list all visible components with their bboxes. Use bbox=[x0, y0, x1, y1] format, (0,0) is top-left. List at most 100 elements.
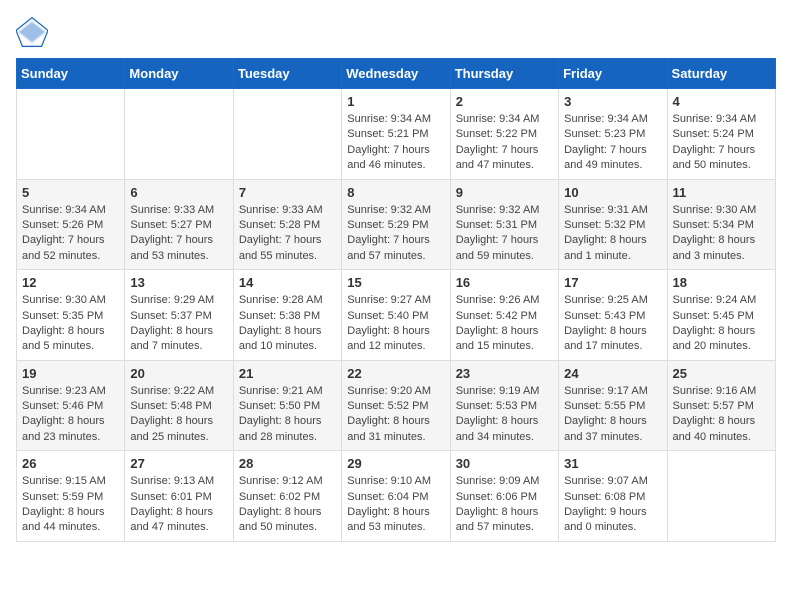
day-number: 5 bbox=[22, 185, 119, 200]
calendar-cell: 27 Sunrise: 9:13 AMSunset: 6:01 PMDayligh… bbox=[125, 451, 233, 542]
day-info: Sunrise: 9:23 AMSunset: 5:46 PMDaylight:… bbox=[22, 384, 119, 446]
day-info: Sunrise: 9:32 AMSunset: 5:31 PMDaylight:… bbox=[456, 203, 553, 265]
calendar-cell: 19 Sunrise: 9:23 AMSunset: 5:46 PMDayligh… bbox=[17, 360, 125, 451]
weekday-header-sunday: Sunday bbox=[17, 59, 125, 89]
weekday-header-tuesday: Tuesday bbox=[233, 59, 341, 89]
day-info: Sunrise: 9:34 AMSunset: 5:23 PMDaylight:… bbox=[564, 112, 661, 174]
day-info: Sunrise: 9:20 AMSunset: 5:52 PMDaylight:… bbox=[347, 384, 444, 446]
day-info: Sunrise: 9:34 AMSunset: 5:26 PMDaylight:… bbox=[22, 203, 119, 265]
weekday-header-wednesday: Wednesday bbox=[342, 59, 450, 89]
day-number: 29 bbox=[347, 456, 444, 471]
day-info: Sunrise: 9:25 AMSunset: 5:43 PMDaylight:… bbox=[564, 293, 661, 355]
day-number: 6 bbox=[130, 185, 227, 200]
day-number: 10 bbox=[564, 185, 661, 200]
calendar-cell: 29Sunrise: 9:10 AMSunset: 6:04 PMDayligh… bbox=[342, 451, 450, 542]
calendar-cell: 9 Sunrise: 9:32 AMSunset: 5:31 PMDaylight… bbox=[450, 179, 558, 270]
day-number: 28 bbox=[239, 456, 336, 471]
calendar-cell: 21 Sunrise: 9:21 AMSunset: 5:50 PMDayligh… bbox=[233, 360, 341, 451]
day-info: Sunrise: 9:19 AMSunset: 5:53 PMDaylight:… bbox=[456, 384, 553, 446]
calendar-cell bbox=[17, 89, 125, 180]
calendar-cell: 12 Sunrise: 9:30 AMSunset: 5:35 PMDayligh… bbox=[17, 270, 125, 361]
day-number: 18 bbox=[673, 275, 770, 290]
calendar-cell: 16 Sunrise: 9:26 AMSunset: 5:42 PMDayligh… bbox=[450, 270, 558, 361]
calendar-cell: 10 Sunrise: 9:31 AMSunset: 5:32 PMDayligh… bbox=[559, 179, 667, 270]
calendar-cell: 17 Sunrise: 9:25 AMSunset: 5:43 PMDayligh… bbox=[559, 270, 667, 361]
calendar-cell: 2 Sunrise: 9:34 AMSunset: 5:22 PMDaylight… bbox=[450, 89, 558, 180]
day-info: Sunrise: 9:07 AMSunset: 6:08 PMDaylight:… bbox=[564, 474, 661, 536]
calendar-cell: 24Sunrise: 9:17 AMSunset: 5:55 PMDayligh… bbox=[559, 360, 667, 451]
day-number: 31 bbox=[564, 456, 661, 471]
day-number: 26 bbox=[22, 456, 119, 471]
day-number: 23 bbox=[456, 366, 553, 381]
calendar-cell: 14 Sunrise: 9:28 AMSunset: 5:38 PMDayligh… bbox=[233, 270, 341, 361]
weekday-header-monday: Monday bbox=[125, 59, 233, 89]
calendar-week-row: 5 Sunrise: 9:34 AMSunset: 5:26 PMDaylight… bbox=[17, 179, 776, 270]
day-info: Sunrise: 9:34 AMSunset: 5:24 PMDaylight:… bbox=[673, 112, 770, 174]
day-number: 16 bbox=[456, 275, 553, 290]
calendar-week-row: 26 Sunrise: 9:15 AMSunset: 5:59 PMDayligh… bbox=[17, 451, 776, 542]
day-info: Sunrise: 9:12 AMSunset: 6:02 PMDaylight:… bbox=[239, 474, 336, 536]
day-info: Sunrise: 9:26 AMSunset: 5:42 PMDaylight:… bbox=[456, 293, 553, 355]
calendar-cell: 23 Sunrise: 9:19 AMSunset: 5:53 PMDayligh… bbox=[450, 360, 558, 451]
calendar-week-row: 19 Sunrise: 9:23 AMSunset: 5:46 PMDayligh… bbox=[17, 360, 776, 451]
calendar-cell: 6 Sunrise: 9:33 AMSunset: 5:27 PMDaylight… bbox=[125, 179, 233, 270]
calendar-week-row: 1Sunrise: 9:34 AMSunset: 5:21 PMDaylight… bbox=[17, 89, 776, 180]
day-number: 8 bbox=[347, 185, 444, 200]
day-number: 19 bbox=[22, 366, 119, 381]
weekday-header-friday: Friday bbox=[559, 59, 667, 89]
day-info: Sunrise: 9:22 AMSunset: 5:48 PMDaylight:… bbox=[130, 384, 227, 446]
calendar-cell: 11Sunrise: 9:30 AMSunset: 5:34 PMDayligh… bbox=[667, 179, 775, 270]
calendar-cell: 18 Sunrise: 9:24 AMSunset: 5:45 PMDayligh… bbox=[667, 270, 775, 361]
day-number: 13 bbox=[130, 275, 227, 290]
page-header bbox=[16, 16, 776, 48]
calendar-cell: 15 Sunrise: 9:27 AMSunset: 5:40 PMDayligh… bbox=[342, 270, 450, 361]
day-number: 2 bbox=[456, 94, 553, 109]
day-info: Sunrise: 9:32 AMSunset: 5:29 PMDaylight:… bbox=[347, 203, 444, 265]
calendar-cell bbox=[125, 89, 233, 180]
day-number: 21 bbox=[239, 366, 336, 381]
day-number: 4 bbox=[673, 94, 770, 109]
day-info: Sunrise: 9:24 AMSunset: 5:45 PMDaylight:… bbox=[673, 293, 770, 355]
weekday-header-saturday: Saturday bbox=[667, 59, 775, 89]
calendar-cell: 28 Sunrise: 9:12 AMSunset: 6:02 PMDayligh… bbox=[233, 451, 341, 542]
day-info: Sunrise: 9:13 AMSunset: 6:01 PMDaylight:… bbox=[130, 474, 227, 536]
weekday-header-row: SundayMondayTuesdayWednesdayThursdayFrid… bbox=[17, 59, 776, 89]
day-number: 24 bbox=[564, 366, 661, 381]
day-number: 22 bbox=[347, 366, 444, 381]
day-number: 9 bbox=[456, 185, 553, 200]
day-info: Sunrise: 9:31 AMSunset: 5:32 PMDaylight:… bbox=[564, 203, 661, 265]
calendar-cell: 5 Sunrise: 9:34 AMSunset: 5:26 PMDaylight… bbox=[17, 179, 125, 270]
logo-icon bbox=[16, 16, 48, 48]
day-info: Sunrise: 9:16 AMSunset: 5:57 PMDaylight:… bbox=[673, 384, 770, 446]
calendar-cell: 3 Sunrise: 9:34 AMSunset: 5:23 PMDaylight… bbox=[559, 89, 667, 180]
day-number: 12 bbox=[22, 275, 119, 290]
day-number: 27 bbox=[130, 456, 227, 471]
calendar-cell: 1Sunrise: 9:34 AMSunset: 5:21 PMDaylight… bbox=[342, 89, 450, 180]
day-info: Sunrise: 9:21 AMSunset: 5:50 PMDaylight:… bbox=[239, 384, 336, 446]
day-info: Sunrise: 9:27 AMSunset: 5:40 PMDaylight:… bbox=[347, 293, 444, 355]
day-number: 14 bbox=[239, 275, 336, 290]
day-info: Sunrise: 9:33 AMSunset: 5:27 PMDaylight:… bbox=[130, 203, 227, 265]
day-number: 3 bbox=[564, 94, 661, 109]
calendar-table: SundayMondayTuesdayWednesdayThursdayFrid… bbox=[16, 58, 776, 542]
day-info: Sunrise: 9:33 AMSunset: 5:28 PMDaylight:… bbox=[239, 203, 336, 265]
day-info: Sunrise: 9:30 AMSunset: 5:35 PMDaylight:… bbox=[22, 293, 119, 355]
day-info: Sunrise: 9:09 AMSunset: 6:06 PMDaylight:… bbox=[456, 474, 553, 536]
day-info: Sunrise: 9:28 AMSunset: 5:38 PMDaylight:… bbox=[239, 293, 336, 355]
day-number: 17 bbox=[564, 275, 661, 290]
calendar-cell: 13Sunrise: 9:29 AMSunset: 5:37 PMDayligh… bbox=[125, 270, 233, 361]
calendar-cell bbox=[667, 451, 775, 542]
calendar-cell: 31 Sunrise: 9:07 AMSunset: 6:08 PMDayligh… bbox=[559, 451, 667, 542]
day-number: 15 bbox=[347, 275, 444, 290]
calendar-cell: 22 Sunrise: 9:20 AMSunset: 5:52 PMDayligh… bbox=[342, 360, 450, 451]
day-number: 7 bbox=[239, 185, 336, 200]
calendar-cell: 8 Sunrise: 9:32 AMSunset: 5:29 PMDaylight… bbox=[342, 179, 450, 270]
calendar-cell: 30Sunrise: 9:09 AMSunset: 6:06 PMDayligh… bbox=[450, 451, 558, 542]
calendar-cell bbox=[233, 89, 341, 180]
weekday-header-thursday: Thursday bbox=[450, 59, 558, 89]
logo bbox=[16, 16, 52, 48]
calendar-cell: 26 Sunrise: 9:15 AMSunset: 5:59 PMDayligh… bbox=[17, 451, 125, 542]
day-info: Sunrise: 9:15 AMSunset: 5:59 PMDaylight:… bbox=[22, 474, 119, 536]
day-info: Sunrise: 9:34 AMSunset: 5:22 PMDaylight:… bbox=[456, 112, 553, 174]
day-number: 20 bbox=[130, 366, 227, 381]
